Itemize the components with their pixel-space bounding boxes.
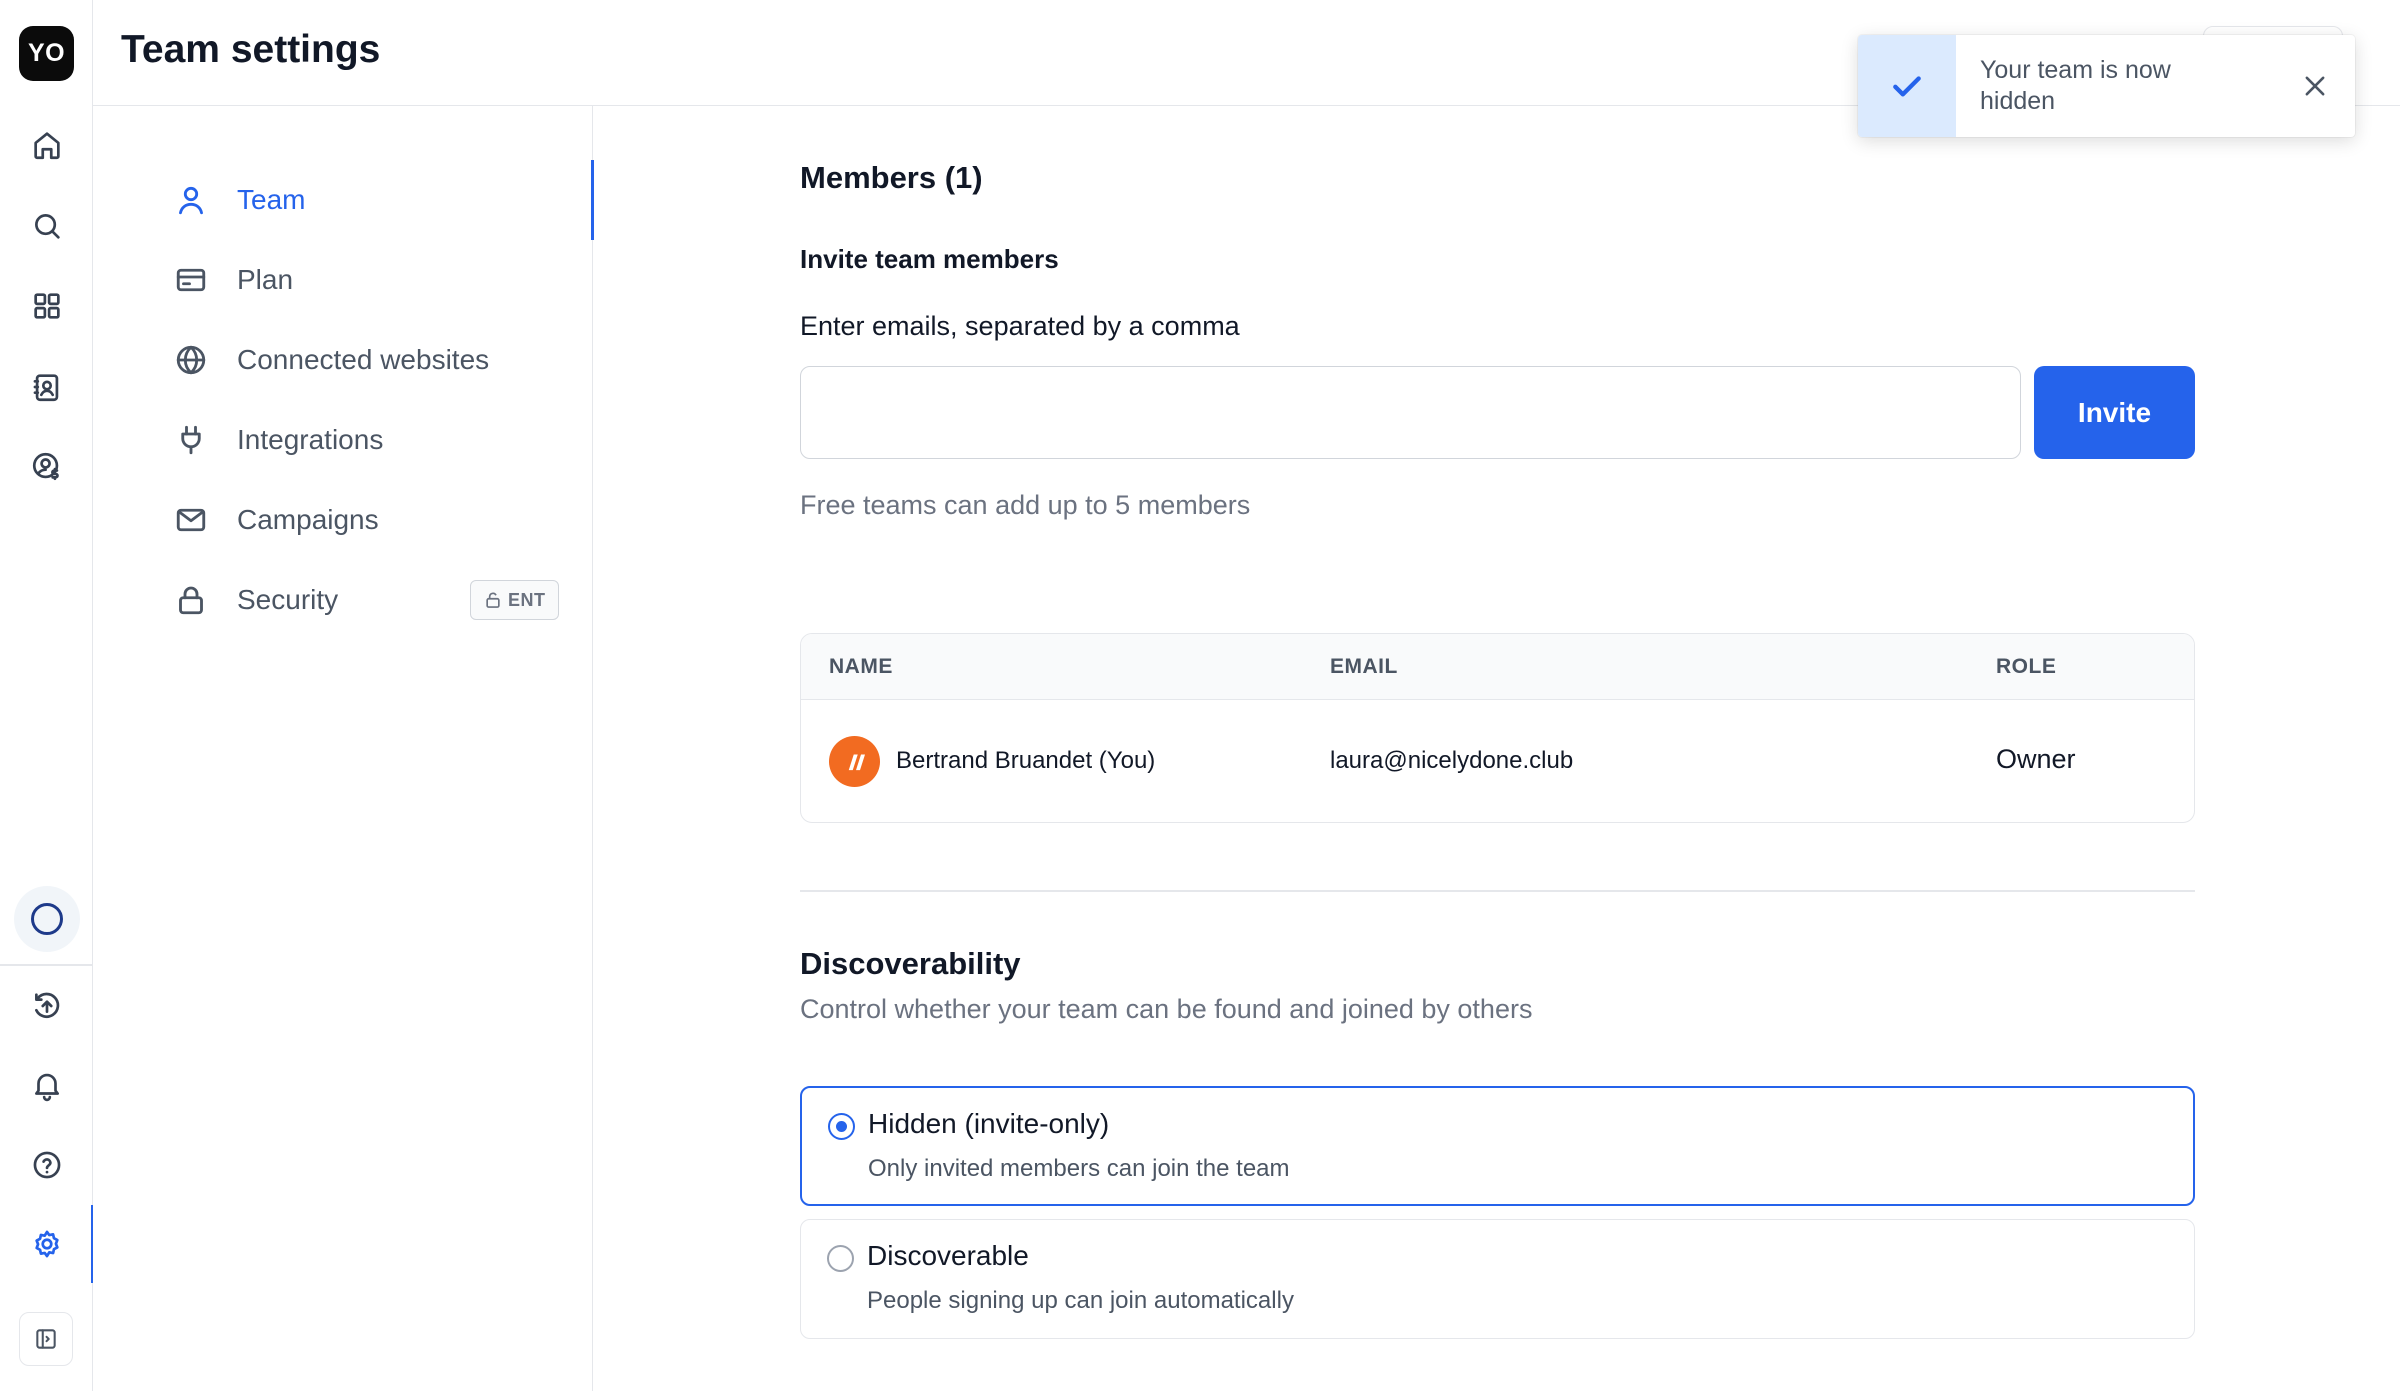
- settings-nav-item-plan[interactable]: Plan: [173, 250, 573, 310]
- mail-icon: [176, 508, 206, 532]
- settings-nav-item-team[interactable]: Team: [173, 170, 573, 230]
- member-name: Bertrand Bruandet (You): [896, 747, 1156, 774]
- option-description: People signing up can join automatically: [867, 1287, 1294, 1314]
- settings-nav-label: Connected websites: [237, 344, 490, 375]
- settings-nav-item-integrations[interactable]: Integrations: [173, 410, 573, 470]
- bell-icon[interactable]: [26, 1064, 68, 1106]
- table-row[interactable]: Bertrand Bruandet (You) laura@nicelydone…: [801, 700, 2194, 822]
- option-title: Discoverable: [867, 1240, 1029, 1271]
- icon-rail: YO: [0, 0, 93, 1391]
- avatar: [829, 736, 880, 787]
- column-header-role[interactable]: ROLE: [1996, 655, 2056, 679]
- invite-emails-label: Enter emails, separated by a comma: [800, 311, 1240, 341]
- settings-nav-label: Integrations: [237, 424, 384, 455]
- member-role[interactable]: Owner: [1996, 744, 2076, 775]
- toast-message: Your team is now hidden: [1980, 56, 2171, 115]
- radio-hidden[interactable]: [828, 1113, 855, 1140]
- radio-discoverable[interactable]: [827, 1245, 854, 1272]
- enterprise-badge-label: ENT: [508, 589, 546, 610]
- section-divider: [800, 890, 2195, 892]
- toast-notification: Your team is now hidden: [1858, 35, 2355, 137]
- settings-nav-item-connected-websites[interactable]: Connected websites: [173, 330, 573, 390]
- toast-status: [1858, 35, 1956, 137]
- globe-icon: [176, 345, 206, 375]
- enterprise-badge: ENT: [470, 580, 559, 620]
- settings-nav-label: Plan: [237, 264, 294, 295]
- members-table: NAME EMAIL ROLE Bertrand Bruandet (You) …: [800, 633, 2195, 823]
- settings-nav: Team Plan Connected websites Integration…: [93, 106, 594, 1391]
- discoverability-heading: Discoverability: [800, 946, 1021, 981]
- unlock-icon: [486, 592, 500, 608]
- discoverability-option-discoverable[interactable]: Discoverable People signing up can join …: [800, 1219, 2195, 1339]
- rail-divider: [0, 964, 93, 966]
- column-header-email[interactable]: EMAIL: [1330, 655, 1398, 679]
- brand-mark-icon: [848, 754, 865, 770]
- lock-icon: [179, 586, 203, 615]
- settings-icon[interactable]: [26, 1223, 68, 1265]
- settings-nav-label: Security: [237, 584, 339, 615]
- close-icon: [2305, 76, 2325, 96]
- credit-card-icon: [176, 268, 206, 292]
- discoverability-option-hidden[interactable]: Hidden (invite-only) Only invited member…: [800, 1086, 2195, 1206]
- invite-button[interactable]: Invite: [2034, 366, 2195, 459]
- help-icon[interactable]: [26, 1144, 68, 1186]
- column-header-name[interactable]: NAME: [829, 655, 893, 679]
- invite-emails-input[interactable]: [800, 366, 2021, 459]
- option-description: Only invited members can join the team: [868, 1155, 1290, 1182]
- member-email: laura@nicelydone.club: [1330, 747, 1574, 774]
- sidebar-toggle-button[interactable]: [19, 1312, 73, 1366]
- search-icon[interactable]: [26, 205, 68, 247]
- home-icon[interactable]: [26, 124, 68, 166]
- discoverability-subtitle: Control whether your team can be found a…: [800, 994, 1533, 1024]
- member-limit-hint: Free teams can add up to 5 members: [800, 490, 1251, 520]
- plug-icon: [181, 425, 201, 455]
- invite-heading: Invite team members: [800, 244, 1059, 274]
- upload-circle-icon[interactable]: [26, 985, 68, 1027]
- check-icon: [1893, 76, 1921, 97]
- members-heading: Members (1): [800, 160, 983, 195]
- sidebar-toggle-icon: [36, 1329, 56, 1349]
- settings-nav-label: Campaigns: [237, 504, 379, 535]
- grid-icon[interactable]: [26, 285, 68, 327]
- settings-nav-item-campaigns[interactable]: Campaigns: [173, 490, 573, 550]
- user-icon: [179, 186, 203, 215]
- settings-nav-active-indicator: [591, 160, 594, 240]
- settings-nav-label: Team: [237, 184, 306, 215]
- user-dollar-icon[interactable]: [26, 446, 68, 488]
- contacts-icon[interactable]: [26, 366, 68, 408]
- toast-close-button[interactable]: [2298, 69, 2332, 103]
- members-table-header: NAME EMAIL ROLE: [801, 634, 2194, 700]
- page-title: Team settings: [121, 28, 381, 71]
- option-title: Hidden (invite-only): [868, 1108, 1110, 1139]
- workspace-logo[interactable]: YO: [19, 26, 74, 81]
- status-indicator[interactable]: [14, 886, 80, 952]
